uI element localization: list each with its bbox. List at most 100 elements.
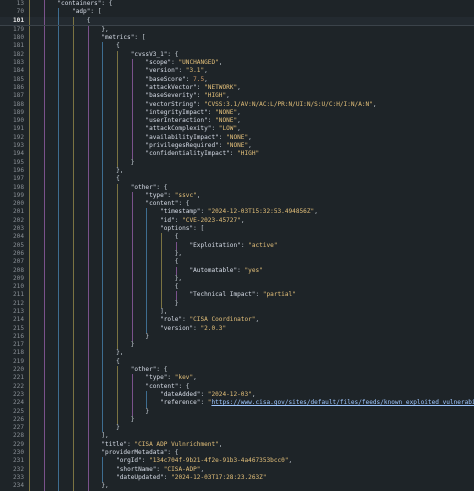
code-line[interactable]: 208 "Automatable": "yes" [0,266,474,275]
code-line[interactable]: 196 }, [0,166,474,176]
code-line[interactable]: 206 }, [0,249,474,259]
line-number: 192 [12,133,24,141]
indent-guide [102,382,104,391]
code-line[interactable]: 193 "privilegesRequired": "NONE", [0,142,474,151]
code-line[interactable]: 197 { [0,175,474,184]
indent-guide [73,75,75,84]
line-number: 198 [12,183,24,191]
code-line[interactable]: 188 "vectorString": "CVSS:3.1/AV:N/AC:L/… [0,100,474,109]
indent-guide [146,266,148,275]
code-line[interactable]: 186 "attackVector": "NETWORK", [0,83,474,93]
code-line[interactable]: 185 "baseScore": 7.5, [0,75,474,84]
code-line[interactable]: 219 { [0,357,474,367]
code-line[interactable]: 194 "confidentialityImpact": "HIGH" [0,150,474,159]
code-editor[interactable]: 13 "containers": {70 "adp": [101 { 179 }… [0,0,474,491]
code-line[interactable]: 228 ], [0,432,474,441]
code-line[interactable]: 227 } [0,424,474,433]
code-line[interactable]: 233 "dateUpdated": "2024-12-03T17:28:23.… [0,473,474,483]
code-line[interactable]: 183 "scope": "UNCHANGED", [0,59,474,68]
code-line[interactable]: 190 "userInteraction": "NONE", [0,117,474,126]
indent-guide [146,307,148,317]
indent-guide [87,183,89,192]
code-line[interactable]: 215 "version": "2.0.3" [0,324,474,333]
code-line[interactable]: 101 { [0,16,474,25]
indent-guide [102,183,104,192]
sticky-scroll-header[interactable]: 13 "containers": {70 "adp": [101 { [0,0,474,25]
indent-guide [29,100,30,109]
code-text: "dateAdded": "2024-12-03", [160,390,256,398]
indent-guide [58,432,60,441]
code-line[interactable]: 220 "other": { [0,366,474,375]
code-line[interactable]: 205 "Exploitation": "active" [0,241,474,250]
indent-guide [58,83,60,93]
code-line[interactable]: 221 "type": "kev", [0,374,474,383]
indent-guide [58,407,60,416]
code-line[interactable]: 212 } [0,299,474,308]
code-line[interactable]: 191 "attackComplexity": "LOW", [0,125,474,134]
code-line[interactable]: 218 }, [0,349,474,358]
code-line[interactable]: 213 ], [0,307,474,317]
indent-guide [58,108,60,118]
code-line[interactable]: 13 "containers": { [0,0,474,9]
line-number: 180 [12,34,24,42]
indent-guide [29,233,30,242]
code-line[interactable]: 217 } [0,341,474,350]
editor-body[interactable]: 179 }, 180 "metrics": [181 {182 "cvssV3_1… [0,25,474,491]
code-line[interactable]: 70 "adp": [ [0,8,474,17]
code-line[interactable]: 210 { [0,283,474,292]
indent-guide [87,59,89,68]
code-line[interactable]: 211 "Technical Impact": "partial" [0,291,474,300]
indent-guide [29,150,30,159]
code-line[interactable]: 229 "title": "CISA ADP Vulnrichment", [0,440,474,450]
indent-guide [73,432,75,441]
code-text: }, [101,25,109,33]
code-line[interactable]: 214 "role": "CISA Coordinator", [0,316,474,325]
indent-guide [117,200,119,209]
indent-guide [102,241,104,250]
code-line[interactable]: 209 }, [0,274,474,284]
code-text: "confidentialityImpact": "HIGH" [145,150,260,158]
indent-guide [29,266,30,275]
code-line[interactable]: 223 "dateAdded": "2024-12-03", [0,390,474,400]
indent-guide [73,142,75,151]
indent-guide [117,283,119,292]
code-line[interactable]: 195 } [0,158,474,167]
code-line[interactable]: 180 "metrics": [ [0,34,474,43]
indent-guide [58,291,60,300]
code-line[interactable]: 202 "id": "CVE-2023-45727", [0,216,474,226]
code-line[interactable]: 199 "type": "ssvc", [0,191,474,201]
indent-guide [73,92,75,101]
code-line[interactable]: 204 { [0,233,474,242]
code-line[interactable]: 224 "reference": "https://www.cisa.gov/s… [0,399,474,408]
code-line[interactable]: 216 } [0,332,474,342]
code-line[interactable]: 226 } [0,415,474,425]
indent-guide [29,92,30,101]
code-line[interactable]: 182 "cvssV3_1": { [0,50,474,60]
indent-guide [43,208,45,217]
indent-guide [43,42,45,51]
code-line[interactable]: 203 "options": [ [0,225,474,234]
code-line[interactable]: 232 "shortName": "CISA-ADP", [0,465,474,474]
indent-guide [58,125,60,134]
code-line[interactable]: 234 }, [0,482,474,491]
indent-guide [87,150,89,159]
code-line[interactable]: 225 } [0,407,474,416]
code-line[interactable]: 189 "integrityImpact": "NONE", [0,108,474,118]
code-line[interactable]: 222 "content": { [0,382,474,391]
code-line[interactable]: 207 { [0,258,474,267]
code-line[interactable]: 201 "timestamp": "2024-12-03T15:32:53.49… [0,208,474,217]
code-line[interactable]: 198 "other": { [0,183,474,192]
indent-guide [117,341,119,350]
line-number: 13 [16,0,24,7]
code-line[interactable]: 187 "baseSeverity": "HIGH", [0,92,474,101]
indent-guide [131,299,133,308]
code-line[interactable]: 179 }, [0,25,474,35]
indent-guide [29,415,30,425]
code-line[interactable]: 192 "availabilityImpact": "NONE", [0,133,474,143]
code-line[interactable]: 200 "content": { [0,200,474,209]
code-line[interactable]: 184 "version": "3.1", [0,67,474,76]
code-line[interactable]: 231 "orgId": "134c704f-9b21-4f2e-91b3-4a… [0,457,474,466]
indent-guide [29,299,30,308]
code-line[interactable]: 181 { [0,42,474,51]
code-line[interactable]: 230 "providerMetadata": { [0,449,474,458]
